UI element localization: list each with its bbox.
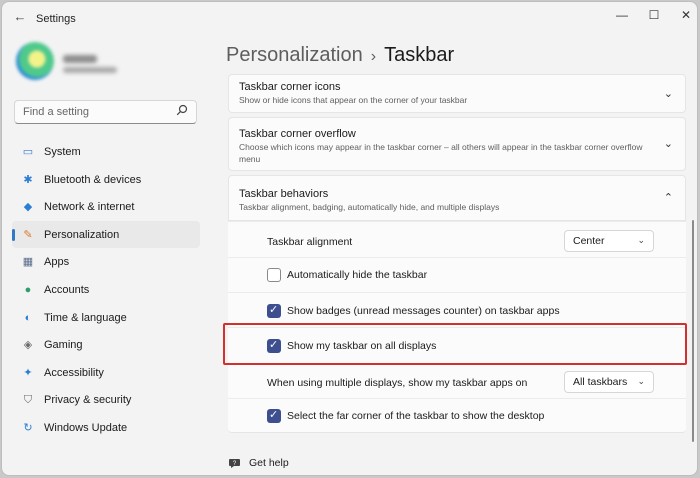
apps-icon: ▦ xyxy=(22,256,34,269)
maximize-button[interactable]: ☐ xyxy=(640,6,668,24)
section-title: Taskbar behaviors xyxy=(239,188,329,200)
sidebar-item-label: Accounts xyxy=(44,283,90,296)
update-icon: ↻ xyxy=(23,421,33,434)
alignment-dropdown[interactable]: Center ⌄ xyxy=(564,230,654,252)
chevron-up-icon[interactable]: ⌃ xyxy=(664,191,673,204)
search-icon xyxy=(176,104,190,118)
sidebar-item[interactable]: ◆ Network & internet xyxy=(12,193,200,221)
chevron-down-icon[interactable]: ⌄ xyxy=(664,137,673,150)
minimize-button[interactable]: — xyxy=(608,6,636,24)
sidebar-item-label: Time & language xyxy=(44,311,127,324)
alignment-value: Center xyxy=(573,235,605,247)
far-corner-checkbox[interactable] xyxy=(267,408,281,423)
section-title: Taskbar corner overflow xyxy=(239,128,356,140)
sidebar-item-label: System xyxy=(44,146,81,158)
sidebar-item[interactable]: ✦ Accessibility xyxy=(12,359,200,387)
autohide-checkbox[interactable] xyxy=(267,268,281,282)
section-description: Show or hide icons that appear on the co… xyxy=(239,95,468,105)
sidebar-item-label: Personalization xyxy=(44,228,120,241)
row-multiple-displays: When using multiple displays, show my ta… xyxy=(228,363,686,398)
shield-icon: ⛉ xyxy=(23,394,33,407)
sidebar-item-label: Network & internet xyxy=(44,201,135,214)
chevron-down-icon: ⌄ xyxy=(637,235,645,245)
page-title: Taskbar xyxy=(384,44,455,66)
sidebar-item-label: Accessibility xyxy=(44,366,104,379)
help-chat-icon: ? xyxy=(228,456,242,470)
sidebar-item[interactable]: ⛉ Privacy & security xyxy=(12,386,200,414)
sidebar-item[interactable]: ◐ Time & language xyxy=(12,304,200,332)
search-box[interactable]: Find a setting xyxy=(14,100,197,124)
multi-display-dropdown[interactable]: All taskbars ⌄ xyxy=(564,371,654,393)
sidebar-item-label: Windows Update xyxy=(44,421,128,434)
sidebar-item-label: Privacy & security xyxy=(44,394,132,407)
chevron-down-icon: ⌄ xyxy=(637,376,645,386)
multi-display-value: All taskbars xyxy=(573,376,628,388)
bluetooth-icon: ✱ xyxy=(23,173,33,186)
section-taskbar-corner-icons[interactable]: Taskbar corner icons Show or hide icons … xyxy=(228,74,686,113)
back-arrow-icon[interactable]: ← xyxy=(12,9,28,25)
chevron-down-icon[interactable]: ⌄ xyxy=(664,87,673,100)
badges-checkbox[interactable] xyxy=(267,303,281,318)
sidebar-item-label: Gaming xyxy=(44,339,83,352)
sidebar-item[interactable]: ▭ System xyxy=(12,138,200,166)
autohide-label: Automatically hide the taskbar xyxy=(287,269,428,281)
section-taskbar-behaviors[interactable]: Taskbar behaviors Taskbar alignment, bad… xyxy=(228,175,686,221)
row-far-corner[interactable]: Select the far corner of the taskbar to … xyxy=(228,398,686,433)
sidebar-item[interactable]: ✱ Bluetooth & devices xyxy=(12,166,200,194)
breadcrumb-separator: › xyxy=(370,48,377,65)
person-icon: ● xyxy=(24,283,32,296)
section-description: Taskbar alignment, badging, automaticall… xyxy=(239,202,500,212)
badges-label: Show badges (unread messages counter) on… xyxy=(287,305,560,317)
get-help-label: Get help xyxy=(249,457,289,469)
avatar xyxy=(16,42,54,80)
profile-email-blurred xyxy=(63,67,117,73)
search-input[interactable]: Find a setting xyxy=(23,106,89,118)
row-auto-hide[interactable]: Automatically hide the taskbar xyxy=(228,257,686,292)
accessibility-icon: ✦ xyxy=(23,366,33,379)
gamepad-icon: ◈ xyxy=(23,339,33,352)
row-taskbar-alignment: Taskbar alignment Center ⌄ xyxy=(228,221,686,257)
sidebar-nav: ▭ System ✱ Bluetooth & devices ◆ Network & in… xyxy=(12,138,200,442)
section-title: Taskbar corner icons xyxy=(239,81,341,93)
multi-display-label: When using multiple displays, show my ta… xyxy=(267,377,528,389)
row-all-displays[interactable]: Show my taskbar on all displays xyxy=(228,327,686,363)
sidebar-item[interactable]: ◈ Gaming xyxy=(12,331,200,359)
settings-window: ← Settings — ☐ ✕ Find a setting ▭ System ✱… xyxy=(1,1,698,476)
far-corner-label: Select the far corner of the taskbar to … xyxy=(287,410,545,422)
wifi-icon: ◆ xyxy=(23,201,33,214)
alignment-label: Taskbar alignment xyxy=(267,236,353,248)
sidebar-item[interactable]: ✎ Personalization xyxy=(12,220,200,249)
monitor-icon: ▭ xyxy=(22,146,34,158)
sidebar-item-label: Bluetooth & devices xyxy=(44,173,142,186)
sidebar-item[interactable]: ● Accounts xyxy=(12,276,200,304)
close-button[interactable]: ✕ xyxy=(672,6,697,24)
globe-icon: ◐ xyxy=(24,311,32,324)
section-description: Choose which icons may appear in the tas… xyxy=(239,142,643,164)
sidebar-item[interactable]: ↻ Windows Update xyxy=(12,414,200,442)
row-badges[interactable]: Show badges (unread messages counter) on… xyxy=(228,292,686,327)
app-title: Settings xyxy=(36,13,76,25)
profile-name-blurred xyxy=(63,55,97,63)
breadcrumb: Personalization › Taskbar xyxy=(226,44,454,67)
sidebar-item[interactable]: ▦ Apps xyxy=(12,248,200,276)
breadcrumb-parent[interactable]: Personalization xyxy=(226,44,363,66)
all-displays-checkbox[interactable] xyxy=(267,338,281,353)
all-displays-label: Show my taskbar on all displays xyxy=(287,340,437,352)
brush-icon: ✎ xyxy=(23,228,33,241)
scrollbar[interactable] xyxy=(692,220,694,442)
sidebar-item-label: Apps xyxy=(44,256,70,269)
title-bar: ← Settings — ☐ ✕ xyxy=(2,2,697,34)
section-taskbar-corner-overflow[interactable]: Taskbar corner overflow Choose which ico… xyxy=(228,117,686,171)
